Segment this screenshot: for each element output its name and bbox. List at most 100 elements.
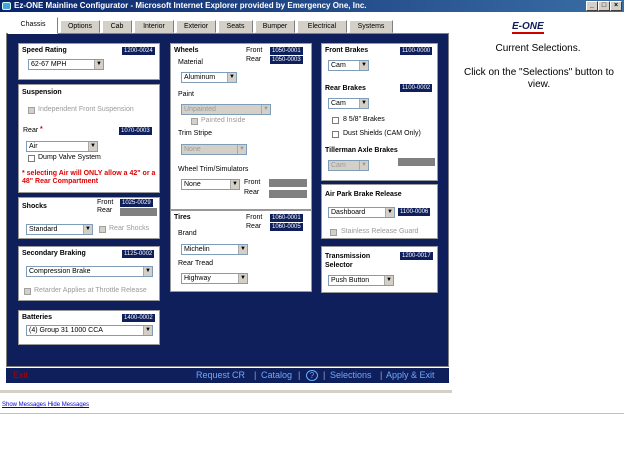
tab-options[interactable]: Options [60,20,100,33]
speed-rating-code: 1200-0024 [122,47,155,55]
chevron-down-icon: ▼ [384,276,393,285]
shocks-title: Shocks [22,203,47,210]
hide-messages-link[interactable]: Hide Messages [48,402,89,408]
tillerman-brakes-select[interactable]: Cam ▼ [328,160,369,171]
tab-exterior[interactable]: Exterior [176,20,216,33]
brand-label: Brand [178,230,197,237]
speed-rating-select[interactable]: 62-67 MPH ▼ [28,59,104,70]
chevron-down-icon: ▼ [238,245,247,254]
close-button[interactable]: × [610,1,622,11]
tab-chassis[interactable]: Chassis [8,17,58,34]
paint-value: Unpainted [184,106,216,113]
tab-seats[interactable]: Seats [218,20,253,33]
chevron-down-icon: ▼ [359,99,368,108]
chassis-panel: Speed Rating 1200-0024 62-67 MPH ▼ Suspen… [6,33,449,367]
separator: | [254,370,257,380]
rear-tread-label: Rear Tread [178,260,214,267]
shocks-select[interactable]: Standard ▼ [26,224,93,235]
wheels-group: Wheels Front 1050-0001 Rear 1050-0003 Ma… [170,43,312,210]
action-bar: Exit Request CR | Catalog | ? | Selectio… [6,368,449,383]
window-title: Ez-ONE Mainline Configurator - Microsoft… [14,1,367,10]
simulators-front-label: Front [244,179,261,186]
chevron-down-icon: ▼ [227,73,236,82]
wheels-front-code: 1050-0001 [270,47,303,55]
e-one-logo: E-ONE [512,21,544,34]
ifs-checkbox[interactable] [28,107,35,114]
brakes-group: Front Brakes 1100-0000 Cam ▼ Rear Brakes … [321,43,438,181]
tab-systems[interactable]: Systems [349,20,393,33]
simulators-select[interactable]: None ▼ [181,179,240,190]
chevron-down-icon: ▼ [385,208,394,217]
batteries-group: Batteries 1400-0002 (4) Group 31 1000 CC… [18,310,160,345]
material-label: Material [178,59,203,66]
rear-tread-select[interactable]: Highway ▼ [181,273,248,284]
speed-rating-title: Speed Rating [22,47,67,54]
transmission-selector-code: 1200-0017 [400,252,433,260]
divider [0,390,452,393]
dust-shields-checkbox[interactable] [332,131,339,138]
brakes-8-58-label: 8 5/8" Brakes [343,116,385,123]
front-brakes-select[interactable]: Cam ▼ [328,60,369,71]
material-select[interactable]: Aluminum ▼ [181,72,237,83]
show-messages-link[interactable]: Show Messages [2,402,46,408]
simulators-front-code [269,179,307,187]
trim-stripe-label: Trim Stripe [178,130,212,137]
rear-tread-value: Highway [184,275,211,282]
rear-brakes-select[interactable]: Cam ▼ [328,98,369,109]
speed-rating-group: Speed Rating 1200-0024 62-67 MPH ▼ [18,43,160,80]
chevron-down-icon: ▼ [83,225,92,234]
divider [0,413,624,414]
brand-select[interactable]: Michelin ▼ [181,244,248,255]
secondary-braking-select[interactable]: Compression Brake ▼ [26,266,153,277]
rear-shocks-checkbox[interactable] [99,226,106,233]
secondary-braking-title: Secondary Braking [22,250,86,257]
chevron-down-icon: ▼ [238,274,247,283]
required-marker: * [40,126,43,133]
chevron-down-icon: ▼ [359,161,368,170]
release-guard-checkbox[interactable] [330,229,337,236]
air-park-brake-select[interactable]: Dashboard ▼ [328,207,395,218]
painted-inside-checkbox[interactable] [191,118,198,125]
help-icon[interactable]: ? [306,370,318,381]
tires-group: Tires Front 1060-0001 Rear 1060-0005 Bra… [170,210,312,292]
chevron-down-icon: ▼ [143,267,152,276]
retarder-checkbox[interactable] [24,288,31,295]
selections-button[interactable]: Selections [330,368,372,383]
front-brakes-code: 1100-0000 [400,47,433,55]
wheels-rear-label: Rear [246,56,262,63]
batteries-select[interactable]: (4) Group 31 1000 CCA ▼ [26,325,153,336]
trim-stripe-select[interactable]: None ▼ [181,144,247,155]
brand-value: Michelin [184,246,210,253]
tab-electrical[interactable]: Electrical [297,20,347,33]
material-value: Aluminum [184,74,216,81]
exit-button[interactable]: Exit [13,368,28,383]
ifs-label: Independent Front Suspension [38,106,134,113]
simulators-value: None [184,181,201,188]
tab-interior[interactable]: Interior [134,20,174,33]
tillerman-brakes-value: Cam [331,162,346,169]
selections-instructions: Click on the "Selections" button to view… [464,67,614,90]
tab-bumper[interactable]: Bumper [255,20,295,33]
brakes-8-58-checkbox[interactable] [332,117,339,124]
apply-exit-button[interactable]: Apply & Exit [386,368,435,383]
shocks-front-code: 1025-0029 [120,199,153,207]
minimize-button[interactable]: _ [586,1,598,11]
maximize-button[interactable]: □ [598,1,610,11]
retarder-label: Retarder Applies at Throttle Release [34,287,147,294]
dump-valve-checkbox[interactable] [28,155,35,162]
chevron-down-icon: ▼ [261,105,270,114]
title-bar: Ez-ONE Mainline Configurator - Microsoft… [0,0,624,12]
rear-suspension-select[interactable]: Air ▼ [26,141,98,152]
chevron-down-icon: ▼ [359,61,368,70]
tillerman-brakes-title: Tillerman Axle Brakes [325,147,398,154]
air-park-brake-value: Dashboard [331,209,366,216]
dump-valve-label: Dump Valve System [38,154,101,161]
paint-select[interactable]: Unpainted ▼ [181,104,271,115]
tab-cab[interactable]: Cab [102,20,132,33]
separator: | [323,370,326,380]
request-cr-button[interactable]: Request CR [196,368,245,383]
transmission-selector-select[interactable]: Push Button ▼ [328,275,394,286]
wheels-front-label: Front [246,47,263,54]
catalog-button[interactable]: Catalog [261,368,292,383]
rear-suspension-code: 1070-0003 [119,127,152,135]
